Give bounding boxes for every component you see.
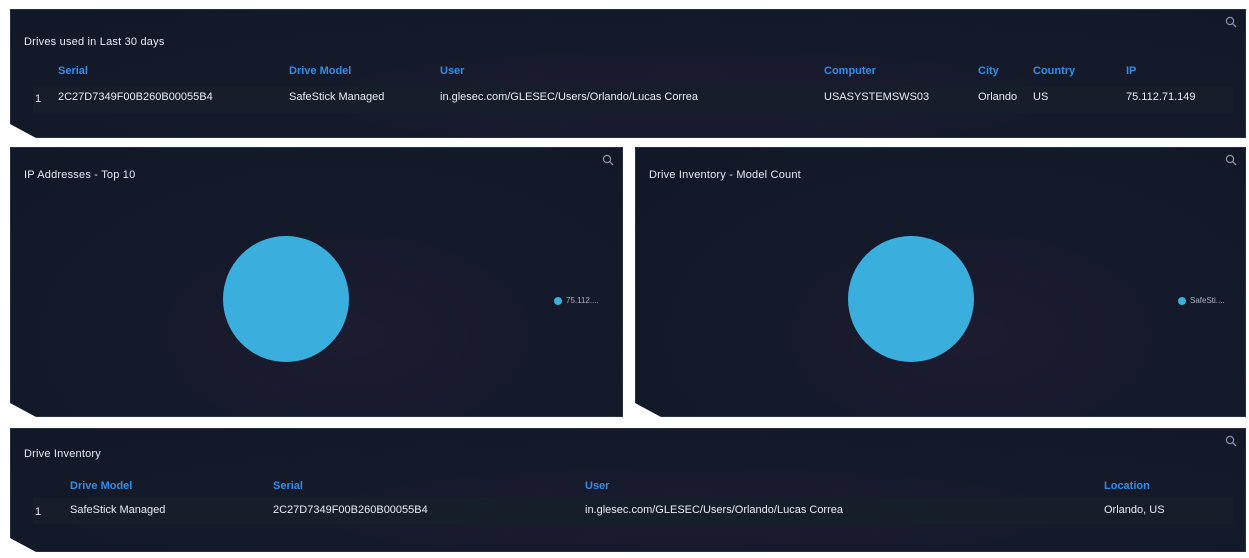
pie-slice-safestick-managed[interactable] [848,236,974,362]
ip-addresses-panel: IP Addresses - Top 10 75.112.... [10,147,623,417]
column-header-user[interactable]: User [440,65,464,77]
drives-used-panel: Drives used in Last 30 days Serial Drive… [10,9,1246,138]
column-header-user[interactable]: User [585,480,609,492]
cell-user: in.glesec.com/GLESEC/Users/Orlando/Lucas… [440,91,698,103]
column-header-computer[interactable]: Computer [824,65,876,77]
column-header-ip[interactable]: IP [1126,65,1136,77]
row-number: 1 [35,93,42,105]
cell-serial: 2C27D7349F00B260B00055B4 [58,91,213,103]
panel-title: IP Addresses - Top 10 [24,169,136,181]
column-header-drive-model[interactable]: Drive Model [70,480,132,492]
legend-label: SafeSti.... [1190,296,1225,305]
panel-corner [10,403,36,417]
chart-legend[interactable]: SafeSti.... [1178,296,1225,305]
panel-title: Drive Inventory - Model Count [649,169,801,181]
search-icon[interactable] [602,154,614,166]
cell-country: US [1033,91,1049,103]
column-header-country[interactable]: Country [1033,65,1075,77]
chart-legend[interactable]: 75.112.... [554,296,599,305]
panel-corner [10,124,36,138]
cell-serial: 2C27D7349F00B260B00055B4 [273,504,428,516]
panel-title: Drives used in Last 30 days [24,36,165,48]
panel-title: Drive Inventory [24,448,101,460]
cell-ip: 75.112.71.149 [1126,91,1196,103]
panel-corner [10,538,36,552]
drive-inventory-panel: Drive Inventory Drive Model Serial User … [10,428,1246,552]
column-header-serial[interactable]: Serial [58,65,88,77]
search-icon[interactable] [1225,16,1237,28]
model-count-panel: Drive Inventory - Model Count SafeSti...… [635,147,1246,417]
column-header-city[interactable]: City [978,65,999,77]
cell-drive-model: SafeStick Managed [70,504,166,516]
legend-label: 75.112.... [566,296,599,305]
legend-dot [1178,296,1186,305]
cell-drive-model: SafeStick Managed [289,91,385,103]
cell-city: Orlando [978,91,1018,103]
column-header-location[interactable]: Location [1104,480,1150,492]
column-header-serial[interactable]: Serial [273,480,303,492]
cell-computer: USASYSTEMSWS03 [824,91,930,103]
search-icon[interactable] [1225,154,1237,166]
row-number: 1 [35,506,42,518]
column-header-drive-model[interactable]: Drive Model [289,65,351,77]
search-icon[interactable] [1225,435,1237,447]
legend-dot [554,296,562,305]
cell-location: Orlando, US [1104,504,1165,516]
cell-user: in.glesec.com/GLESEC/Users/Orlando/Lucas… [585,504,843,516]
panel-corner [635,403,661,417]
pie-slice-75-112-71-149[interactable] [223,236,349,362]
